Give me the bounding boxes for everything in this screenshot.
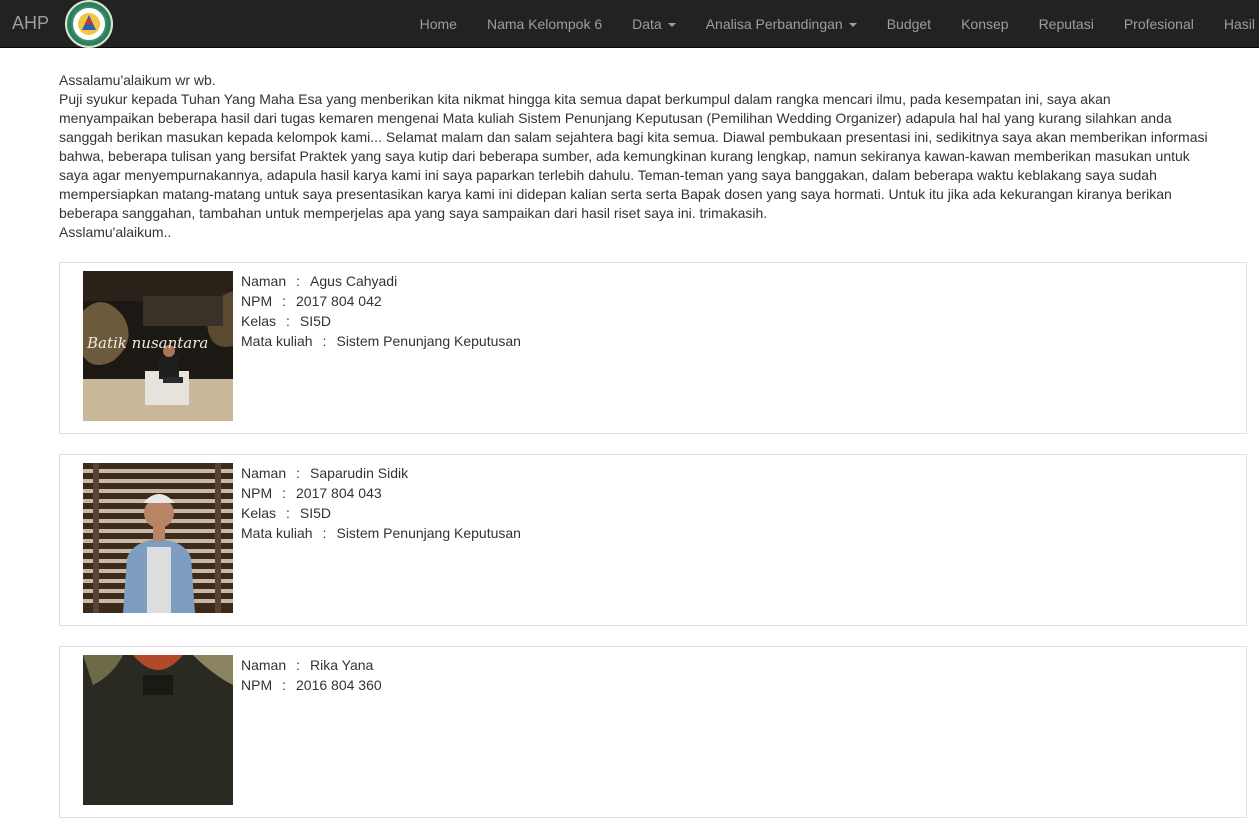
nav-budget[interactable]: Budget — [872, 0, 946, 48]
nav-nama-kelompok-label: Nama Kelompok 6 — [486, 16, 603, 32]
photo-caption: Batik nusantara — [86, 334, 208, 352]
separator: : — [286, 313, 290, 329]
nav-data-label: Data — [632, 16, 662, 32]
intro-closing: Asslamu'alaikum.. — [59, 224, 172, 240]
member-info: Naman: Rika Yana NPM:2016 804 360 — [241, 655, 382, 695]
top-navbar: AHP Home Nama Kelompok 6 Data Analisa Pe… — [0, 0, 1259, 48]
nav-hasil-label: Hasil — [1223, 16, 1255, 32]
label-kelas: Kelas — [241, 313, 277, 329]
intro-text: Assalamu'alaikum wr wb. Puji syukur kepa… — [59, 71, 1209, 242]
separator: : — [296, 273, 301, 289]
member-name-row: Naman: Rika Yana — [241, 655, 382, 675]
member-photo-image — [83, 655, 233, 805]
nav-reputasi[interactable]: Reputasi — [1024, 0, 1109, 48]
member-matkul-row: Mata kuliah: Sistem Penunjang Keputusan — [241, 523, 521, 543]
member-kelas-row: Kelas: SI5D — [241, 503, 521, 523]
separator: : — [296, 657, 301, 673]
label-name: Naman — [241, 273, 287, 289]
nav-analisa-label: Analisa Perbandingan — [705, 16, 843, 32]
nav-konsep-label: Konsep — [961, 16, 1009, 32]
nav-analisa-dropdown[interactable]: Analisa Perbandingan — [691, 0, 872, 48]
intro-body: Puji syukur kepada Tuhan Yang Maha Esa y… — [59, 91, 1208, 221]
member-matkul: Sistem Penunjang Keputusan — [336, 525, 521, 541]
member-name: Saparudin Sidik — [310, 465, 409, 481]
member-kelas: SI5D — [299, 505, 332, 521]
nav-reputasi-label: Reputasi — [1038, 16, 1094, 32]
nav-nama-kelompok[interactable]: Nama Kelompok 6 — [472, 0, 617, 48]
main-nav: Home Nama Kelompok 6 Data Analisa Perban… — [405, 0, 1259, 48]
member-card: Batik nusantara Naman: Agus Cahyadi NPM:2… — [59, 262, 1247, 434]
separator: : — [322, 525, 327, 541]
member-card: Naman: Rika Yana NPM:2016 804 360 — [59, 646, 1247, 818]
member-name: Rika Yana — [310, 657, 374, 673]
member-npm-row: NPM:2017 804 042 — [241, 291, 521, 311]
member-matkul-row: Mata kuliah: Sistem Penunjang Keputusan — [241, 331, 521, 351]
label-matkul: Mata kuliah — [241, 333, 313, 349]
nav-profesional-label: Profesional — [1123, 16, 1194, 32]
brand-link[interactable]: AHP — [12, 13, 49, 34]
caret-down-icon — [667, 23, 676, 28]
separator: : — [282, 677, 287, 693]
separator: : — [282, 293, 287, 309]
nav-home-label: Home — [419, 16, 457, 32]
intro-greeting: Assalamu'alaikum wr wb. — [59, 72, 216, 88]
member-info: Naman: Saparudin Sidik NPM:2017 804 043 K… — [241, 463, 521, 543]
nav-data-dropdown[interactable]: Data — [617, 0, 691, 48]
member-kelas-row: Kelas: SI5D — [241, 311, 521, 331]
member-photo: Batik nusantara — [83, 271, 233, 421]
member-name-row: Naman: Agus Cahyadi — [241, 271, 521, 291]
member-npm-row: NPM:2017 804 043 — [241, 483, 521, 503]
member-info: Naman: Agus Cahyadi NPM:2017 804 042 Kela… — [241, 271, 521, 351]
nav-budget-label: Budget — [886, 16, 932, 32]
member-card: Naman: Saparudin Sidik NPM:2017 804 043 K… — [59, 454, 1247, 626]
label-npm: NPM — [241, 485, 273, 501]
nav-home[interactable]: Home — [405, 0, 472, 48]
member-photo — [83, 463, 233, 613]
member-name-row: Naman: Saparudin Sidik — [241, 463, 521, 483]
member-npm: 2017 804 043 — [296, 485, 382, 501]
member-npm: 2016 804 360 — [296, 677, 382, 693]
member-photo-image: Batik nusantara — [83, 271, 233, 421]
separator: : — [296, 465, 301, 481]
member-photo — [83, 655, 233, 805]
label-kelas: Kelas — [241, 505, 277, 521]
member-kelas: SI5D — [299, 313, 332, 329]
member-npm-row: NPM:2016 804 360 — [241, 675, 382, 695]
label-matkul: Mata kuliah — [241, 525, 313, 541]
nav-konsep[interactable]: Konsep — [946, 0, 1023, 48]
label-npm: NPM — [241, 677, 273, 693]
separator: : — [286, 505, 290, 521]
label-name: Naman — [241, 657, 287, 673]
separator: : — [322, 333, 327, 349]
member-npm: 2017 804 042 — [296, 293, 382, 309]
member-name: Agus Cahyadi — [310, 273, 398, 289]
caret-down-icon — [848, 23, 857, 28]
nav-hasil[interactable]: Hasil — [1209, 0, 1259, 48]
label-name: Naman — [241, 465, 287, 481]
member-matkul: Sistem Penunjang Keputusan — [336, 333, 521, 349]
nav-profesional[interactable]: Profesional — [1109, 0, 1209, 48]
member-photo-image — [83, 463, 233, 613]
label-npm: NPM — [241, 293, 273, 309]
logo-icon[interactable] — [64, 0, 114, 48]
separator: : — [282, 485, 287, 501]
